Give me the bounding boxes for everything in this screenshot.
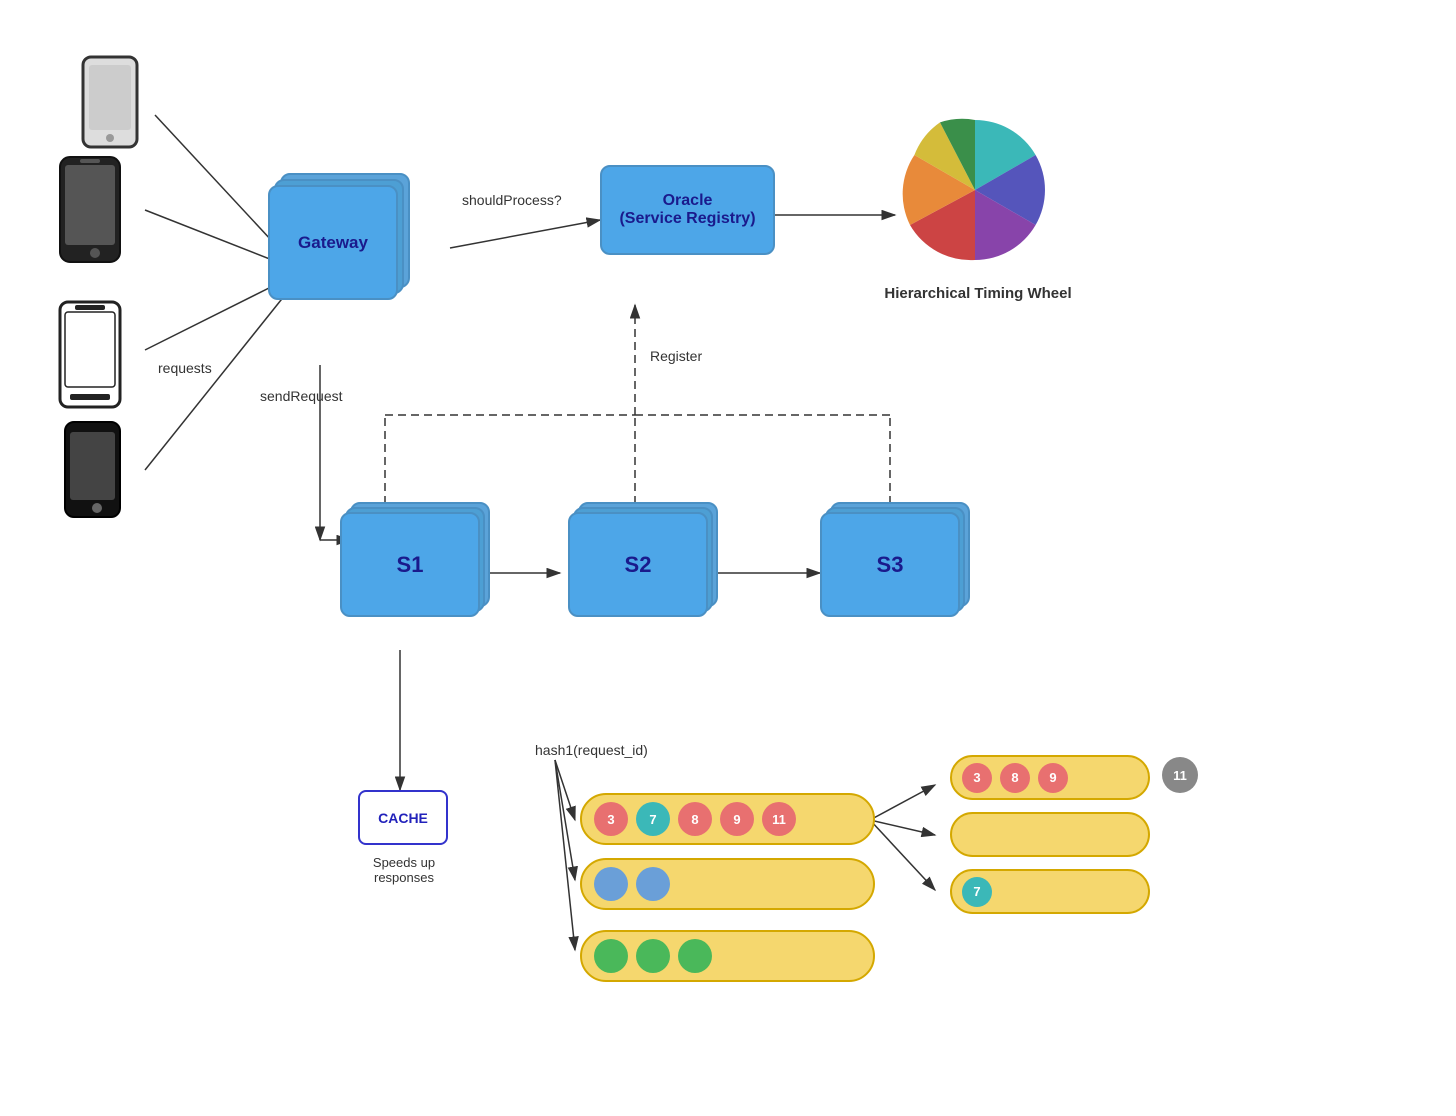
cache-box: CACHE — [358, 790, 448, 845]
requests-label: requests — [158, 360, 212, 376]
oracle-box: Oracle (Service Registry) — [600, 165, 775, 255]
oracle-label: Oracle (Service Registry) — [619, 192, 755, 228]
right-bucket-row-2 — [950, 812, 1150, 857]
gray-circle-11: 11 — [1162, 757, 1198, 793]
right-circle-3: 3 — [962, 763, 992, 793]
register-label: Register — [650, 348, 702, 364]
bucket-green-3 — [678, 939, 712, 973]
bucket-green-1 — [594, 939, 628, 973]
phone-3 — [55, 300, 135, 435]
s1-label: S1 — [340, 512, 480, 617]
should-process-label: shouldProcess? — [462, 192, 562, 208]
right-bucket-row-1: 3 8 9 — [950, 755, 1150, 800]
phone-2 — [55, 155, 135, 290]
right-circle-8: 8 — [1000, 763, 1030, 793]
bucket-circle-8: 8 — [678, 802, 712, 836]
right-circle-9: 9 — [1038, 763, 1068, 793]
cache-label: CACHE — [378, 810, 428, 826]
right-bucket-row-3: 7 — [950, 869, 1150, 914]
diagram-canvas: { "title": "Microservices Architecture D… — [0, 0, 1456, 1116]
bucket-circle-7: 7 — [636, 802, 670, 836]
cache-sublabel: Speeds up responses — [345, 855, 463, 885]
send-request-label: sendRequest — [260, 388, 343, 404]
gateway-label: Gateway — [268, 185, 398, 300]
s3-stack: S3 — [820, 512, 960, 617]
pie-chart-label: Hierarchical Timing Wheel — [878, 285, 1078, 302]
bucket-blue-2 — [636, 867, 670, 901]
gateway-stack: Gateway — [268, 185, 398, 300]
bucket-row-1: 3 7 8 9 11 — [580, 793, 875, 845]
bucket-circle-3: 3 — [594, 802, 628, 836]
bucket-row-3 — [580, 930, 875, 982]
bucket-circle-11: 11 — [762, 802, 796, 836]
s1-stack: S1 — [340, 512, 480, 617]
bucket-row-2 — [580, 858, 875, 910]
phone-4 — [60, 420, 135, 540]
bucket-circle-9: 9 — [720, 802, 754, 836]
right-circle-7: 7 — [962, 877, 992, 907]
hash1-label: hash1(request_id) — [535, 742, 648, 758]
s2-stack: S2 — [568, 512, 708, 617]
s2-label: S2 — [568, 512, 708, 617]
pie-chart — [895, 110, 1055, 270]
s3-label: S3 — [820, 512, 960, 617]
bucket-green-2 — [636, 939, 670, 973]
bucket-blue-1 — [594, 867, 628, 901]
